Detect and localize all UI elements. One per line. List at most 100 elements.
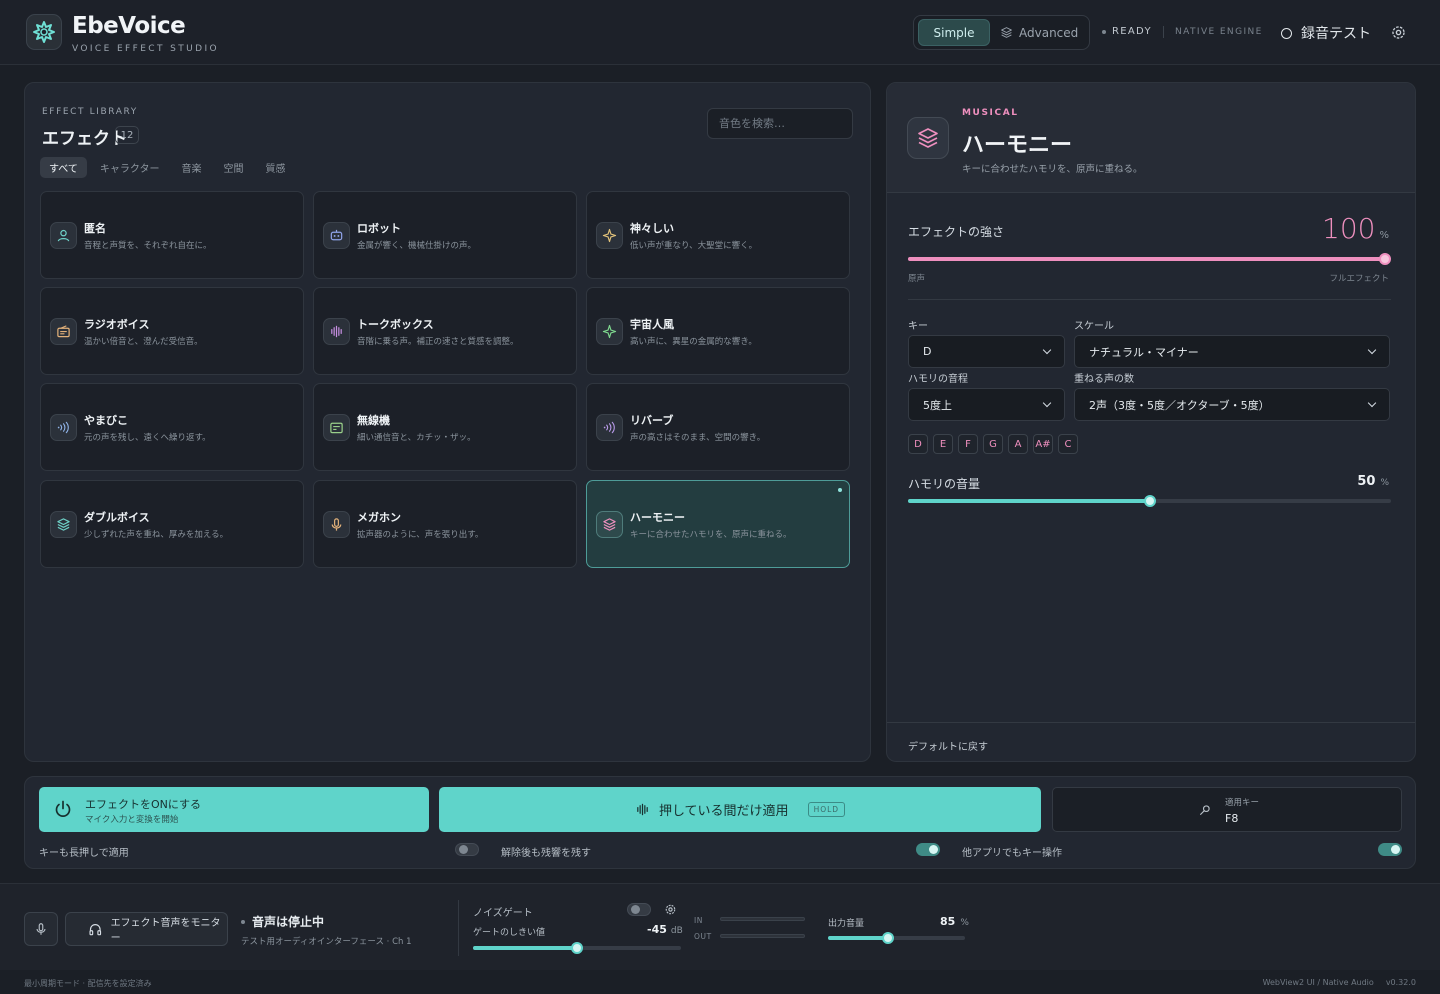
record-test-button[interactable]: 録音テスト: [1281, 23, 1371, 43]
scale-select[interactable]: ナチュラル・マイナー: [1074, 335, 1390, 368]
strength-slider-thumb[interactable]: [1379, 253, 1391, 265]
layers-icon: [1001, 27, 1012, 38]
app-header: EbeVoice VOICE EFFECT STUDIO Simple Adva…: [0, 0, 1440, 65]
strength-max-label: フルエフェクト: [1329, 274, 1389, 284]
option-hold-key-toggle[interactable]: [455, 843, 479, 856]
scale-note: D: [908, 434, 928, 454]
push-to-apply-button[interactable]: 押している間だけ適用 HOLD: [439, 787, 1041, 832]
detail-header: MUSICAL ハーモニー キーに合わせたハモリを、原声に重ねる。: [887, 83, 1415, 193]
layers-icon: [596, 511, 623, 538]
microphone-button[interactable]: [24, 912, 58, 946]
key-label: キー: [908, 321, 928, 332]
monitor-effect-button[interactable]: エフェクト音声をモニター: [65, 912, 228, 946]
status-dot: [1102, 29, 1106, 34]
mode-advanced-button[interactable]: Advanced: [1000, 19, 1088, 46]
layers-icon: [50, 511, 77, 538]
engine-status: READY: [1102, 26, 1152, 37]
layers-icon: [907, 117, 949, 159]
headphones-icon: [89, 924, 102, 936]
effect-card-divine[interactable]: 神々しい 低い声が重なり、大聖堂に響く。: [586, 191, 850, 279]
status-dot: [241, 919, 245, 924]
effect-card-double-voice[interactable]: ダブルボイス 少しずれた声を重ね、厚みを加える。: [40, 480, 304, 568]
scale-note: A#: [1033, 434, 1053, 454]
output-volume-thumb[interactable]: [882, 932, 895, 944]
tab-music[interactable]: 音楽: [173, 157, 211, 178]
logo-icon: [33, 21, 55, 43]
tab-all[interactable]: すべて: [40, 157, 87, 178]
footer-info: WebView2 UI / Native Audio v0.32.0: [1263, 978, 1416, 987]
settings-gear-icon[interactable]: [1390, 24, 1407, 44]
effect-card-alien[interactable]: 宇宙人風 高い声に、異星の金属的な響き。: [586, 287, 850, 375]
effect-desc: 音程と声質を、それぞれ自在に。: [84, 241, 212, 251]
input-level-meter: [720, 917, 805, 921]
scale-value: ナチュラル・マイナー: [1089, 345, 1199, 359]
output-level-meter: [720, 934, 805, 938]
strength-value: 100 %: [1322, 212, 1389, 245]
effect-card-megaphone[interactable]: メガホン 拡声器のように、声を張り出す。: [313, 480, 577, 568]
detail-footer: デフォルトに戻す: [887, 722, 1415, 761]
effect-on-button[interactable]: エフェクトをONにする マイク入力と変換を開始: [39, 787, 429, 832]
mode-simple-button[interactable]: Simple: [918, 19, 990, 46]
scale-note: A: [1008, 434, 1028, 454]
effect-card-robot[interactable]: ロボット 金属が響く、機械仕掛けの声。: [313, 191, 577, 279]
audio-device: テスト用オーディオインターフェース · Ch 1: [241, 937, 412, 947]
scale-note: F: [958, 434, 978, 454]
gate-threshold-thumb[interactable]: [571, 942, 583, 954]
key-select[interactable]: D: [908, 335, 1065, 368]
chevron-down-icon: [1367, 345, 1377, 355]
tab-texture[interactable]: 質感: [257, 157, 295, 178]
toggle-knob: [1391, 845, 1400, 854]
echo-icon: [50, 414, 77, 441]
voices-value: 2声（3度・5度／オクターブ・5度）: [1089, 398, 1270, 412]
option-keep-reverb-toggle[interactable]: [916, 843, 940, 856]
effect-name: リバーブ: [630, 414, 674, 427]
effect-card-echo[interactable]: やまびこ 元の声を残し、遠くへ繰り返す。: [40, 383, 304, 471]
harmony-volume-value: 50 %: [1357, 474, 1389, 489]
option-hold-key-label: キーも長押しで適用: [39, 848, 129, 859]
apply-key-field[interactable]: 適用キー F8: [1052, 787, 1402, 832]
voices-select[interactable]: 2声（3度・5度／オクターブ・5度）: [1074, 388, 1390, 421]
effect-name: トークボックス: [357, 318, 434, 331]
harmony-volume-thumb[interactable]: [1143, 495, 1156, 507]
harmony-volume-unit: %: [1380, 478, 1389, 488]
option-global-key-toggle[interactable]: [1378, 843, 1402, 856]
reset-defaults-button[interactable]: デフォルトに戻す: [908, 738, 988, 753]
effect-card-talkbox[interactable]: トークボックス 音階に乗る声。補正の速さと質感を調整。: [313, 287, 577, 375]
library-eyebrow: EFFECT LIBRARY: [42, 107, 138, 117]
tab-space[interactable]: 空間: [215, 157, 253, 178]
apply-key-label: 適用キー: [1225, 798, 1260, 808]
active-indicator: [838, 488, 842, 492]
interval-select[interactable]: 5度上: [908, 388, 1065, 421]
noise-gate-gear-icon[interactable]: [664, 903, 677, 919]
power-icon: [55, 800, 71, 817]
gate-threshold-slider[interactable]: [473, 942, 681, 954]
waveform-icon: [637, 803, 648, 816]
effect-card-radio-voice[interactable]: ラジオボイス 温かい倍音と、澄んだ受信音。: [40, 287, 304, 375]
input-meter-label: IN: [694, 916, 704, 925]
effect-card-harmony[interactable]: ハーモニー キーに合わせたハモリを、原声に重ねる。: [586, 480, 850, 568]
output-volume-slider[interactable]: [828, 932, 965, 944]
output-volume-unit: %: [960, 918, 969, 928]
effect-search-input[interactable]: [707, 108, 853, 139]
record-icon: [1281, 27, 1292, 39]
effect-name: 神々しい: [630, 222, 674, 235]
voices-label: 重ねる声の数: [1074, 374, 1134, 385]
harmony-volume-slider[interactable]: [908, 495, 1391, 507]
effect-card-walkie[interactable]: 無線機 細い通信音と、カチッ・ザッ。: [313, 383, 577, 471]
effect-card-reverb[interactable]: リバーブ 声の高さはそのまま、空間の響き。: [586, 383, 850, 471]
effect-desc: 温かい倍音と、澄んだ受信音。: [84, 337, 203, 347]
tab-character[interactable]: キャラクター: [91, 157, 169, 178]
noise-gate-toggle[interactable]: [627, 903, 651, 916]
effect-title: ハーモニー: [962, 133, 1073, 158]
microphone-icon: [36, 923, 46, 935]
chevron-down-icon: [1367, 398, 1377, 408]
effect-name: やまびこ: [84, 414, 128, 427]
interval-value: 5度上: [923, 398, 952, 412]
gate-threshold-unit: dB: [670, 926, 683, 936]
effect-on-subtitle: マイク入力と変換を開始: [85, 815, 179, 825]
effect-card-anonymous[interactable]: 匿名 音程と声質を、それぞれ自在に。: [40, 191, 304, 279]
strength-slider[interactable]: [908, 253, 1391, 265]
microphone-icon: [323, 511, 350, 538]
effect-on-title: エフェクトをONにする: [85, 798, 201, 811]
waveform-icon: [323, 318, 350, 345]
